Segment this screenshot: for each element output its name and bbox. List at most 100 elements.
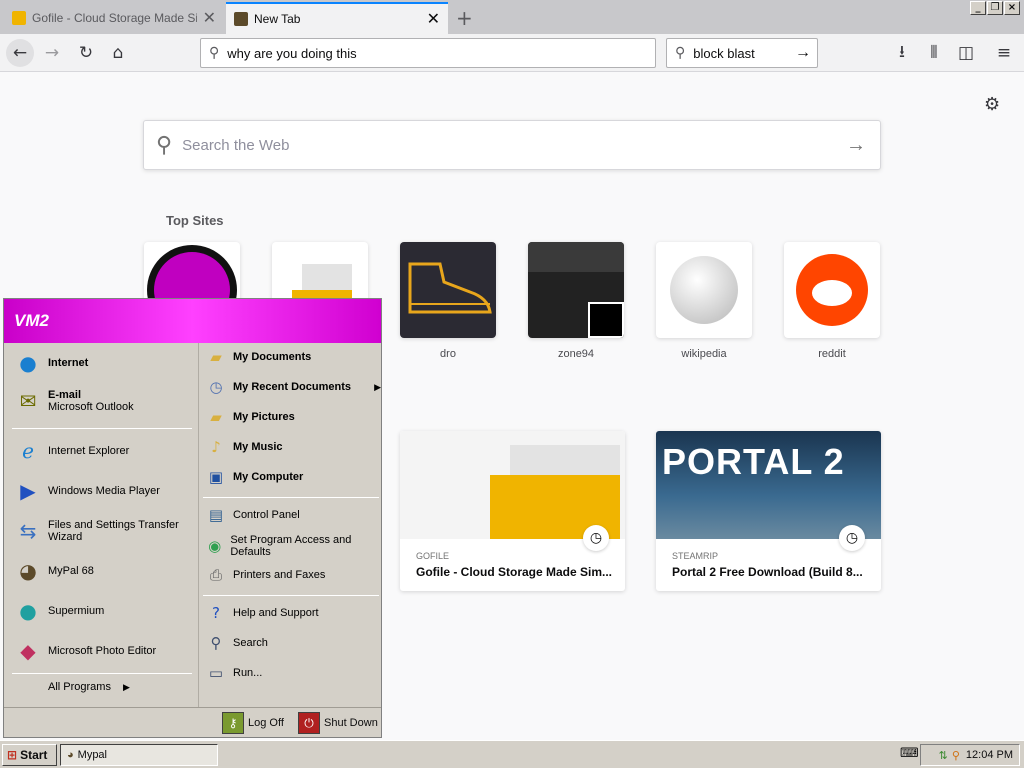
task-label: Mypal [77,749,107,761]
clock[interactable]: 12:04 PM [966,749,1013,761]
search-icon: ⚲ [210,634,222,652]
system-tray: ⇅ ⚲ 12:04 PM [920,744,1020,766]
item-label: E-mail [48,389,82,401]
item-label: All Programs [48,681,111,693]
search-tray-icon[interactable]: ⚲ [952,749,960,762]
printer-icon: ⎙ [209,566,222,584]
top-site-zone94[interactable]: zone94 [528,242,624,360]
item-label: My Computer [233,471,304,483]
item-label: Printers and Faxes [233,569,326,581]
go-arrow-icon[interactable]: → [795,44,811,62]
search-bar[interactable]: ⚲ block blast → [666,38,818,68]
separator [12,428,192,429]
url-bar[interactable]: ⚲ why are you doing this [200,38,656,68]
item-label: Internet [48,357,89,369]
search-icon: ⚲ [675,45,686,61]
start-label: Start [20,748,48,762]
start-item-recent-documents[interactable]: ◷ My Recent Documents ▶ [205,376,381,398]
highlight-card-portal2[interactable]: PORTAL 2 ◷ STEAMRIP Portal 2 Free Downlo… [656,431,881,591]
arrow-right-icon: ▶ [374,381,381,392]
forward-arrow-icon[interactable]: → [38,39,66,67]
close-tab-icon[interactable]: ✕ [427,9,440,29]
close-tab-icon[interactable]: ✕ [203,8,216,28]
gofile-preview [400,431,625,539]
item-label: Microsoft Photo Editor [48,645,157,657]
start-item-search[interactable]: ⚲ Search [205,632,268,654]
tab-gofile[interactable]: Gofile - Cloud Storage Made Simp ✕ [4,2,224,34]
back-arrow-icon[interactable]: ← [6,39,34,67]
start-item-printers[interactable]: ⎙ Printers and Faxes [205,564,325,586]
globe-icon: ● [19,351,37,375]
home-icon[interactable]: ⌂ [104,39,132,67]
media-player-icon: ▶ [20,479,36,503]
library-icon[interactable]: ⫴ [920,39,948,67]
search-go-icon[interactable]: → [846,134,866,157]
card-source: STEAMRIP [672,551,719,561]
start-item-internet[interactable]: ● Internet [12,347,88,379]
restore-icon[interactable]: ❐ [987,1,1003,15]
item-label: Log Off [248,717,284,729]
top-site-label: reddit [818,348,846,360]
plus-icon[interactable]: + [456,6,473,30]
start-button[interactable]: ⊞ Start [2,744,57,766]
start-item-mypal[interactable]: ◕ MyPal 68 [12,555,94,587]
start-item-email[interactable]: ✉ E-mail Microsoft Outlook [12,385,134,417]
item-label: Help and Support [233,607,319,619]
start-item-my-music[interactable]: ♪ My Music [205,436,282,458]
item-label: Search [233,637,268,649]
portal2-logo-text: PORTAL 2 [662,441,845,482]
web-search-box[interactable]: ⚲ Search the Web → [143,120,881,170]
top-site-dro[interactable]: dro [400,242,496,360]
minimize-icon[interactable]: _ [970,1,986,15]
start-item-transfer[interactable]: ⇆ Files and Settings Transfer Wizard [12,515,192,547]
music-folder-icon: ♪ [211,438,221,456]
start-item-my-pictures[interactable]: ▰ My Pictures [205,406,295,428]
highlight-card-gofile[interactable]: ◷ GOFILE Gofile - Cloud Storage Made Sim… [400,431,625,591]
menu-icon[interactable]: ≡ [990,39,1018,67]
start-item-program-access[interactable]: ◉ Set Program Access and Defaults [205,534,375,558]
keyboard-icon[interactable]: ⌨ [900,746,919,761]
start-item-ie[interactable]: ℯ Internet Explorer [12,435,129,467]
start-item-supermium[interactable]: ● Supermium [12,595,104,627]
start-item-run[interactable]: ▭ Run... [205,662,262,684]
start-item-help[interactable]: ? Help and Support [205,602,319,624]
taskbar-item-mypal[interactable]: ◕ Mypal [60,744,218,766]
nav-toolbar: ← → ↻ ⌂ ⚲ why are you doing this ⚲ block… [0,34,1024,72]
top-site-reddit[interactable]: reddit [784,242,880,360]
item-label: MyPal 68 [48,565,94,577]
item-label: Control Panel [233,509,300,521]
url-text: why are you doing this [227,45,357,61]
zone94-thumb [528,242,624,338]
reload-icon[interactable]: ↻ [72,39,100,67]
tab-new-tab[interactable]: New Tab ✕ [226,2,448,34]
start-menu-header: VM2 [4,299,381,343]
start-item-control-panel[interactable]: ▤ Control Panel [205,504,300,526]
power-icon: ⏻ [298,712,320,734]
search-icon: ⚲ [156,132,173,158]
search-bar-text: block blast [693,45,755,61]
close-window-icon[interactable]: × [1004,1,1020,15]
log-off-button[interactable]: ⚷ Log Off [222,712,284,734]
item-label: My Recent Documents [233,381,351,393]
start-item-wmp[interactable]: ▶ Windows Media Player [12,475,160,507]
user-name: VM2 [14,311,49,330]
sidebar-icon[interactable]: ◫ [952,39,980,67]
item-label: Windows Media Player [48,485,160,497]
item-subtitle: Microsoft Outlook [48,401,134,413]
computer-icon: ▣ [208,468,224,486]
portal2-preview: PORTAL 2 [656,431,881,539]
clock-icon: ◷ [839,525,865,551]
start-item-my-documents[interactable]: ▰ My Documents [205,346,311,368]
shut-down-button[interactable]: ⏻ Shut Down [298,712,378,734]
transfer-wizard-icon: ⇆ [19,519,37,543]
start-item-photo-editor[interactable]: ◆ Microsoft Photo Editor [12,635,156,667]
download-icon[interactable]: ⭳ [888,39,916,67]
all-programs-button[interactable]: All Programs ▶ [48,681,130,693]
start-item-my-computer[interactable]: ▣ My Computer [205,466,303,488]
pictures-folder-icon: ▰ [210,408,222,426]
start-menu-footer: ⚷ Log Off ⏻ Shut Down [4,707,381,737]
network-icon[interactable]: ⇅ [939,749,948,762]
gear-icon[interactable]: ⚙ [984,94,1000,115]
top-site-wikipedia[interactable]: wikipedia [656,242,752,360]
item-label: Internet Explorer [48,445,130,457]
